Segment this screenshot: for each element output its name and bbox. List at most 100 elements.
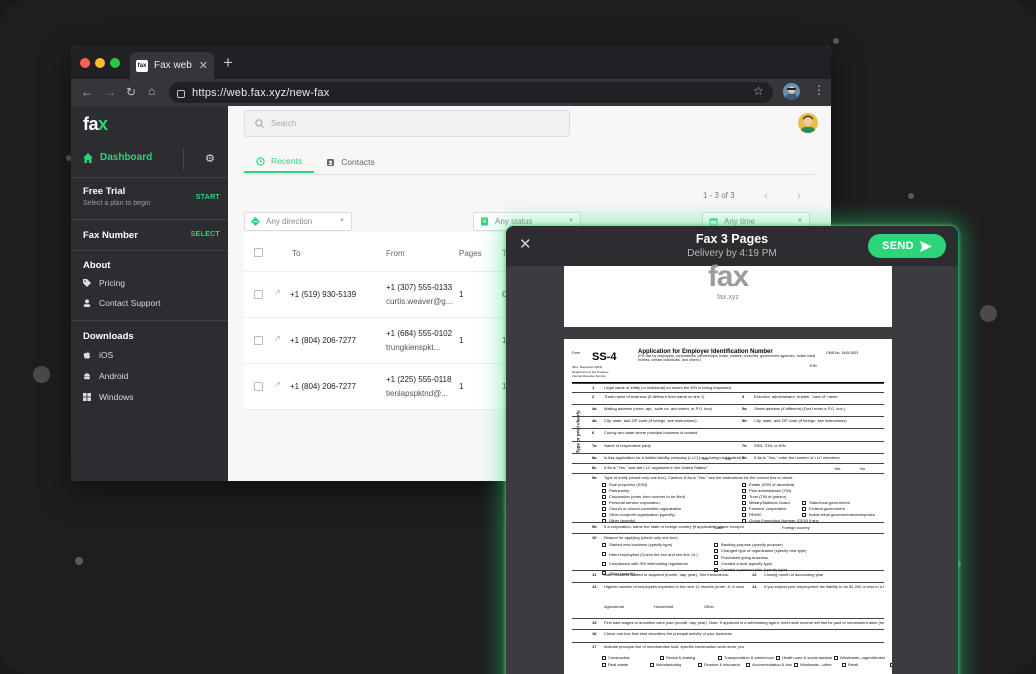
form-checkbox[interactable] [714,542,718,547]
form-checkbox[interactable] [776,655,780,660]
form-option-label: Hired employees (Check the box and see l… [609,551,698,557]
form-option-label: Group Exemption Number (GEN) if any [749,518,819,523]
reload-icon[interactable]: ↻ [126,85,136,99]
form-checkbox[interactable] [714,567,718,572]
form-line-number: 7b [742,443,747,448]
send-button[interactable]: SEND [868,234,946,258]
close-window-button[interactable] [80,58,90,68]
user-avatar[interactable] [798,113,818,133]
form-checkbox[interactable] [742,506,746,511]
form-checkbox[interactable] [602,506,606,511]
maximize-window-button[interactable] [110,58,120,68]
form-checkbox[interactable] [890,662,892,667]
back-arrow-icon[interactable]: ← [81,85,93,99]
form-checkbox[interactable] [602,552,606,556]
row-checkbox[interactable] [254,290,263,299]
column-header-to[interactable]: To [292,249,300,258]
decor-dot [75,557,83,565]
form-yes-label: Yes [834,466,841,471]
search-input[interactable]: Search [244,110,570,137]
bookmark-star-icon[interactable]: ☆ [753,84,764,98]
form-checkbox[interactable] [742,482,746,487]
form-subtitle: (For use by employers, corporations, par… [638,354,816,363]
select-fax-number-button[interactable]: SELECT [191,231,220,238]
form-checkbox[interactable] [650,662,654,667]
form-checkbox[interactable] [602,655,606,660]
form-checkbox[interactable] [602,494,606,499]
browser-menu-icon[interactable]: ⋮ [813,83,825,97]
column-header-from[interactable]: From [386,249,405,258]
form-checkbox[interactable] [842,662,846,667]
form-checkbox[interactable] [714,561,718,566]
forward-arrow-icon[interactable]: → [104,85,116,99]
form-checkbox[interactable] [802,500,806,505]
form-checkbox[interactable] [602,482,606,487]
previous-page-icon[interactable]: ‹ [764,188,768,202]
start-trial-button[interactable]: START [196,194,220,201]
form-checkbox[interactable] [602,518,606,523]
row-checkbox[interactable] [254,336,263,345]
outgoing-arrow-icon: ↗ [274,288,281,297]
form-checkbox[interactable] [746,662,750,667]
form-checkbox[interactable] [660,655,664,660]
outgoing-arrow-icon: ↗ [274,334,281,343]
sidebar-item-dashboard[interactable]: Dashboard [83,152,152,163]
form-checkbox[interactable] [794,662,798,667]
tab-contacts[interactable]: Contacts [314,151,387,173]
form-checkbox[interactable] [714,555,718,560]
tab-recents[interactable]: Recents [244,151,315,173]
form-checkbox[interactable] [602,512,606,517]
select-all-checkbox[interactable] [254,248,263,257]
column-header-pages[interactable]: Pages [459,249,482,258]
form-option-label: Partnership [609,488,630,493]
form-checkbox[interactable] [602,561,606,566]
sidebar-item-pricing[interactable]: Pricing [83,278,125,288]
divider [71,320,228,321]
sidebar-item-contact-support[interactable]: Contact Support [83,298,160,308]
sidebar-item-android[interactable]: Android [83,371,128,381]
form-checkbox[interactable] [602,571,606,575]
sidebar-item-ios[interactable]: iOS [83,350,113,360]
form-line-number: 1 [592,385,595,390]
form-rule [572,533,884,534]
next-page-icon[interactable]: › [797,188,801,202]
home-icon[interactable]: ⌂ [148,84,155,98]
form-checkbox[interactable] [742,500,746,505]
form-checkbox[interactable] [714,548,718,553]
minimize-window-button[interactable] [95,58,105,68]
form-checkbox[interactable] [602,488,606,493]
decor-dot [833,38,839,44]
form-checkbox[interactable] [802,512,806,517]
form-checkbox[interactable] [802,506,806,511]
form-option-label: Retail [848,662,859,667]
form-checkbox[interactable] [698,662,702,667]
row-checkbox[interactable] [254,382,263,391]
form-checkbox[interactable] [834,655,838,660]
employee-column-label: Agricultural [604,604,625,609]
form-line-number: 7a [592,443,597,448]
form-line-number: 16 [592,631,597,636]
free-trial-subtitle: Select a plan to begin [83,200,151,207]
new-tab-icon[interactable]: + [223,53,233,73]
browser-profile-avatar[interactable] [783,83,800,100]
form-checkbox[interactable] [602,542,606,547]
form-checkbox[interactable] [742,518,746,523]
cover-page-preview[interactable]: fax fax.xyz [564,260,892,327]
sidebar-item-windows[interactable]: Windows [83,392,133,402]
form-checkbox[interactable] [602,500,606,505]
form-checkbox[interactable] [602,662,606,667]
form-checkbox[interactable] [742,494,746,499]
direction-filter-select[interactable]: Any direction ▼ [244,212,352,231]
divider [71,177,228,178]
gear-icon[interactable]: ⚙ [205,152,215,165]
form-page-preview[interactable]: Form SS-4 (Rev. December 2019) Departmen… [564,339,892,674]
form-option-label: Transportation & warehousing [724,655,774,660]
form-checkbox[interactable] [742,512,746,517]
form-option-label: Estate (SSN of decedent) [749,482,795,487]
form-checkbox[interactable] [742,488,746,493]
form-checkbox[interactable] [718,655,722,660]
url-field[interactable]: https://web.fax.xyz/new-fax [169,82,773,103]
fax-logo[interactable]: fax [83,114,108,135]
browser-tab[interactable]: fax Fax web ✕ [130,52,214,79]
tab-close-icon[interactable]: ✕ [199,59,208,72]
